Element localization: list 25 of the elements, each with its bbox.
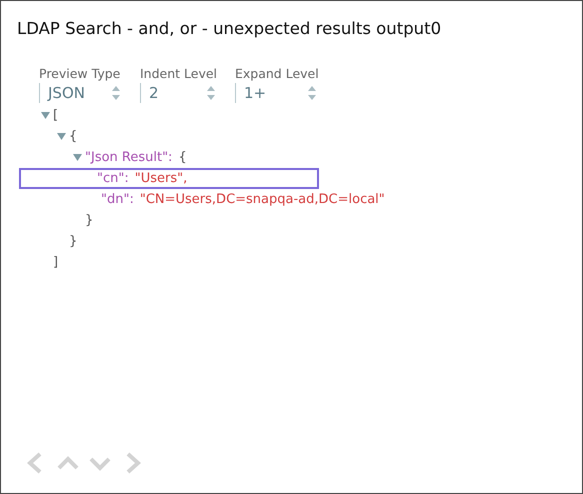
json-key: "cn":: [97, 171, 129, 186]
field-label: Expand Level: [235, 66, 320, 81]
field-label: Preview Type: [39, 66, 122, 81]
spinner-arrows-icon: [307, 85, 317, 101]
bracket: {: [69, 129, 78, 144]
spinner-arrows-icon: [111, 85, 121, 101]
expanded-triangle-icon[interactable]: [40, 112, 50, 119]
dropdown[interactable]: JSON: [39, 83, 127, 103]
bracket: [: [53, 108, 58, 123]
bracket: }: [69, 234, 78, 249]
spinner-arrows-icon: [206, 85, 216, 101]
json-value: "CN=Users,DC=snapqa-ad,DC=local": [140, 192, 385, 207]
bracket: {: [178, 150, 187, 165]
expanded-triangle-icon[interactable]: [72, 154, 82, 161]
selected-row[interactable]: "cn": "Users",: [19, 168, 319, 189]
expanded-triangle-icon[interactable]: [56, 133, 66, 140]
json-value: "Users",: [134, 171, 188, 186]
bracket: ]: [53, 255, 58, 270]
json-key: "dn":: [101, 192, 134, 207]
field-label: Indent Level: [140, 66, 218, 81]
dropdown[interactable]: 2: [140, 83, 222, 103]
json-key: "Json Result":: [85, 150, 172, 165]
window-title: LDAP Search - and, or - unexpected results output0: [17, 19, 442, 38]
bracket: }: [85, 213, 94, 228]
dropdown[interactable]: 1+: [235, 83, 323, 103]
